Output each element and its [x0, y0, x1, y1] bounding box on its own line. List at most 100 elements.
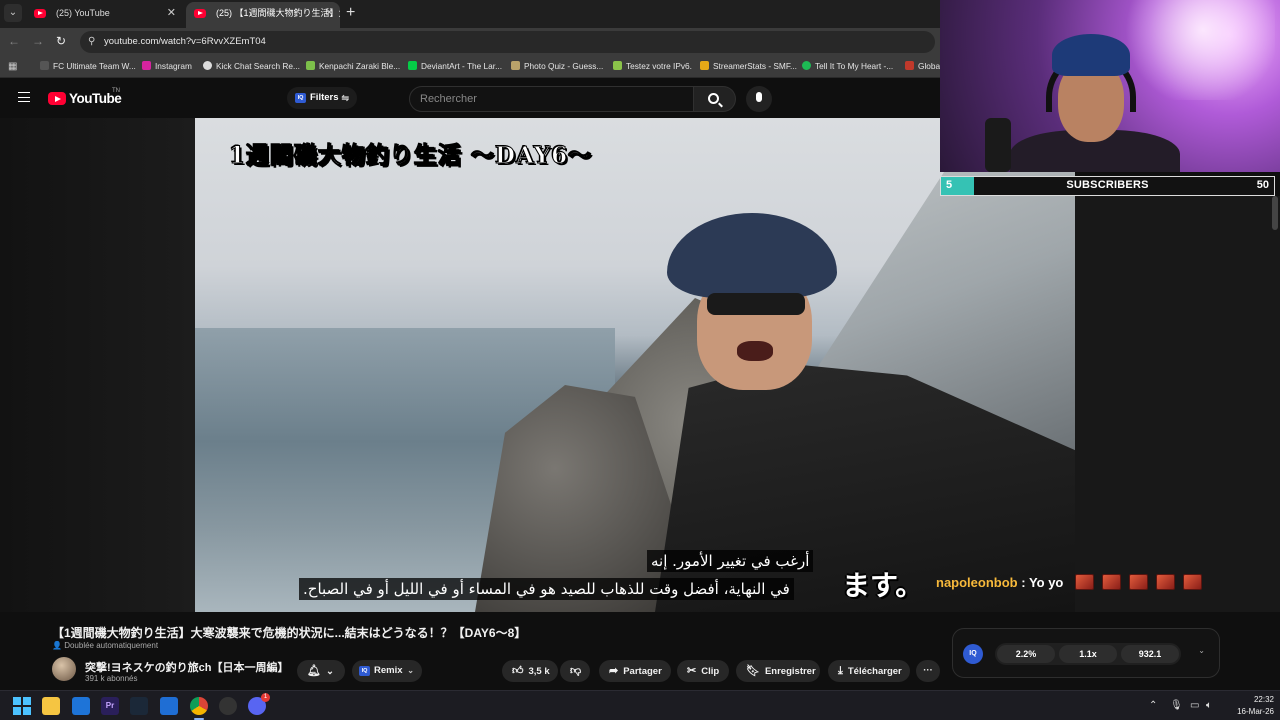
scrollbar[interactable] — [1272, 196, 1278, 230]
file-explorer-icon[interactable] — [42, 697, 60, 715]
url-field[interactable]: ⚲ youtube.com/watch?v=6RvvXZEmT04 — [80, 31, 935, 53]
bookmark-item[interactable]: Globa — [905, 61, 940, 71]
channel-avatar[interactable] — [52, 657, 76, 681]
chevron-down-icon: ⌄ — [407, 666, 414, 675]
browser-tab-youtube-home[interactable]: (25) YouTube ✕ — [26, 2, 182, 28]
thumbs-up-icon: 👍︎ — [512, 665, 524, 677]
bookmark-favicon-icon — [905, 61, 914, 70]
caption-line-2: في النهاية، أفضل وقت للذهاب للصيد هو في … — [299, 578, 794, 600]
iq-stats-widget[interactable]: IQ 2.2% 1.1x 932.1 ⌄ — [952, 628, 1220, 678]
bookmark-item[interactable]: Instagram — [142, 61, 192, 71]
tab-search-button[interactable]: ⌄ — [4, 4, 22, 22]
chat-text: Yo yo — [1028, 575, 1064, 590]
scissors-icon: ✂ — [687, 665, 697, 677]
iq-stat-percent: 2.2% — [997, 645, 1055, 663]
bookmark-favicon-icon — [700, 61, 709, 70]
iq-stat-score: 932.1 — [1121, 645, 1179, 663]
dislike-button[interactable]: 👎︎ — [560, 660, 590, 682]
microphone-icon[interactable]: 🎙︎ — [1170, 700, 1183, 711]
chat-username: napoleonbob — [936, 575, 1018, 590]
bookmark-item[interactable]: Kenpachi Zaraki Ble... — [306, 61, 400, 71]
microphone-icon — [985, 118, 1011, 172]
site-info-icon[interactable]: ⚲ — [88, 36, 95, 47]
download-button[interactable]: ⤓ Télécharger — [828, 660, 910, 682]
app-icon[interactable] — [219, 697, 237, 715]
remix-button[interactable]: IQ Remix ⌄ — [352, 660, 422, 682]
youtube-header: YouTube TN IQ Filters ⇋ Rechercher — [0, 79, 940, 118]
windows-start-icon[interactable] — [13, 697, 31, 715]
bookmark-item[interactable]: Photo Quiz - Guess... — [511, 61, 603, 71]
close-tab-icon[interactable]: ✕ — [167, 2, 176, 24]
bell-icon: 🔔︎ — [307, 665, 321, 677]
forward-arrow-icon[interactable]: → — [32, 34, 44, 48]
thumbs-down-icon: 👎︎ — [570, 665, 582, 677]
bookmark-item[interactable]: Kick Chat Search Re... — [203, 61, 300, 71]
tray-overflow-icon[interactable]: ⌃ — [1149, 700, 1157, 711]
chat-message: napoleonbob : Yo yo — [936, 574, 1202, 598]
save-button[interactable]: 🔖︎ Enregistrer — [736, 660, 820, 682]
filters-button[interactable]: IQ Filters ⇋ — [287, 87, 357, 109]
bookmark-favicon-icon — [306, 61, 315, 70]
bookmark-favicon-icon — [203, 61, 212, 70]
auto-dub-label: 👤 Doublée automatiquement — [52, 641, 159, 650]
like-button[interactable]: 👍︎ 3,5 k — [502, 660, 558, 682]
bookmark-favicon-icon — [40, 61, 49, 70]
apps-grid-icon[interactable]: ▦ — [8, 61, 17, 72]
search-input[interactable]: Rechercher — [409, 86, 694, 112]
bookmark-item[interactable]: Tell It To My Heart -... — [802, 61, 893, 71]
bookmark-item[interactable]: DeviantArt - The Lar... — [408, 61, 502, 71]
discord-icon[interactable]: 1 — [248, 693, 270, 715]
video-japanese-caption: ます。 — [842, 569, 924, 602]
chat-emotes — [1067, 574, 1202, 590]
subscriber-goal-bar: 5 SUBSCRIBERS 50 — [940, 176, 1275, 196]
chat-emote-icon — [1183, 574, 1202, 590]
chat-emote-icon — [1129, 574, 1148, 590]
chat-emote-icon — [1075, 574, 1094, 590]
notification-bell-button[interactable]: 🔔︎ ⌄ — [297, 660, 345, 682]
bookmark-favicon-icon — [511, 61, 520, 70]
instagram-icon — [142, 61, 151, 70]
video-burned-title: 1週間磯大物釣り生活 ～DAY6～ — [228, 142, 593, 170]
chrome-icon[interactable] — [190, 697, 208, 715]
browser-tab-strip: ⌄ (25) YouTube ✕ (25) 【1週間磯大物釣り生活】大寒 ✕ + — [0, 0, 940, 28]
youtube-favicon-icon — [194, 9, 206, 18]
channel-subscribers: 391 k abonnés — [85, 674, 138, 683]
steam-icon[interactable] — [130, 697, 148, 715]
channel-name[interactable]: 突撃!ヨネスケの釣り旅ch【日本一周編】 — [85, 659, 289, 675]
browser-tab-active-video[interactable]: (25) 【1週間磯大物釣り生活】大寒 ✕ — [186, 2, 340, 28]
spotify-icon — [802, 61, 811, 70]
search-button[interactable] — [694, 86, 736, 112]
iq-stats-bar: 2.2% 1.1x 932.1 — [995, 643, 1181, 665]
close-tab-icon[interactable]: ✕ — [325, 2, 334, 24]
notification-badge: 1 — [261, 693, 270, 702]
subscriber-goal: 50 — [1256, 179, 1269, 191]
share-button[interactable]: ➦ Partager — [599, 660, 671, 682]
chevron-down-icon: ⌄ — [325, 666, 334, 677]
deviantart-icon — [408, 61, 417, 70]
youtube-logo-icon[interactable] — [48, 92, 66, 105]
iq-stat-multiplier: 1.1x — [1059, 645, 1117, 663]
premiere-pro-icon[interactable]: Pr — [101, 697, 119, 715]
display-icon[interactable]: ▭ — [1190, 700, 1199, 711]
clock-time: 22:32 — [1253, 695, 1274, 704]
chevron-down-icon[interactable]: ⌄ — [1198, 646, 1205, 655]
voice-search-button[interactable] — [746, 86, 772, 112]
dub-icon: 👤 — [52, 641, 62, 650]
reload-icon[interactable]: ↻ — [56, 34, 66, 48]
tab-label: (25) 【1週間磯大物釣り生活】大寒 — [216, 8, 340, 18]
bookmark-item[interactable]: Testez votre IPv6. — [613, 61, 692, 71]
more-actions-button[interactable]: ··· — [916, 660, 940, 682]
tab-label: (25) YouTube — [56, 8, 110, 18]
bookmark-item[interactable]: StreamerStats - SMF... — [700, 61, 797, 71]
iq-icon: IQ — [295, 93, 306, 103]
bookmark-item[interactable]: FC Ultimate Team W... — [40, 61, 136, 71]
system-clock[interactable]: 22:32 16-Mar-26 — [1224, 694, 1274, 718]
volume-icon[interactable]: 🔈︎ — [1206, 700, 1212, 711]
new-tab-button[interactable]: + — [346, 4, 355, 22]
clip-button[interactable]: ✂ Clip — [677, 660, 729, 682]
menu-icon[interactable] — [18, 92, 30, 102]
browser-app-icon[interactable] — [160, 697, 178, 715]
back-arrow-icon[interactable]: ← — [8, 34, 20, 48]
outlook-icon[interactable] — [72, 697, 90, 715]
url-text: youtube.com/watch?v=6RvvXZEmT04 — [104, 36, 266, 47]
